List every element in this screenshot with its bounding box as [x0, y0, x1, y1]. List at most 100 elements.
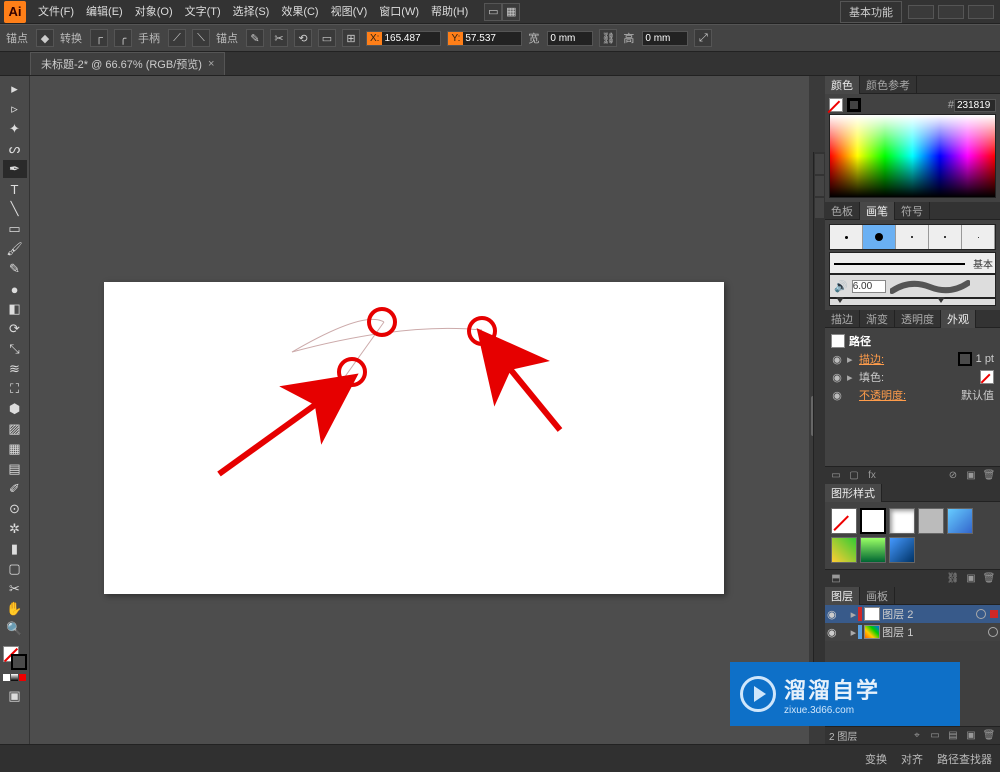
expand-icon[interactable]: ▸	[851, 608, 857, 621]
style-swatch[interactable]	[831, 508, 857, 534]
stroke-color-swatch[interactable]	[958, 352, 972, 366]
tab-color-guide[interactable]: 颜色参考	[860, 76, 917, 94]
dock-grip[interactable]	[815, 198, 824, 218]
menu-view[interactable]: 视图(V)	[325, 0, 374, 24]
layer-thumbnail[interactable]	[864, 607, 880, 621]
free-transform-tool[interactable]: ⛶	[3, 380, 27, 398]
document-tab[interactable]: 未标题-2* @ 66.67% (RGB/预览) ×	[30, 52, 225, 75]
window-restore[interactable]	[938, 5, 964, 19]
appearance-object-row[interactable]: 路径	[829, 332, 996, 350]
gradient-tool[interactable]: ▤	[3, 460, 27, 478]
dock-grip[interactable]	[815, 176, 824, 196]
layer-row[interactable]: ◉ ▸ 图层 1	[825, 623, 1000, 641]
brush-dot-1[interactable]	[830, 225, 863, 249]
line-tool[interactable]: ╲	[3, 200, 27, 218]
menu-file[interactable]: 文件(F)	[32, 0, 80, 24]
appearance-fill-row[interactable]: ◉ ▸ 填色:	[829, 368, 996, 386]
tab-color[interactable]: 颜色	[825, 76, 860, 94]
brush-dot-4[interactable]	[929, 225, 962, 249]
h-input[interactable]	[642, 31, 688, 46]
status-pathfinder[interactable]: 路径查找器	[937, 751, 992, 767]
tab-brushes[interactable]: 画笔	[860, 202, 895, 220]
tab-stroke[interactable]: 描边	[825, 310, 860, 328]
new-sublayer-icon[interactable]: ▤	[946, 729, 960, 743]
workspace-switcher[interactable]: 基本功能	[840, 1, 902, 23]
convert-corner-icon[interactable]: ┌	[90, 29, 108, 47]
tab-layers[interactable]: 图层	[825, 587, 860, 605]
dock-grip[interactable]	[815, 154, 824, 174]
link-wh-icon[interactable]: ⛓	[599, 29, 617, 47]
mesh-tool[interactable]: ▦	[3, 440, 27, 458]
style-swatch[interactable]	[860, 508, 886, 534]
remove-anchor-icon[interactable]: ✎	[246, 29, 264, 47]
collapsed-panel-dock[interactable]	[813, 152, 825, 692]
tab-transparency[interactable]: 透明度	[895, 310, 941, 328]
layer-thumbnail[interactable]	[864, 625, 880, 639]
opacity-label[interactable]: 不透明度:	[859, 387, 957, 403]
break-link-icon[interactable]: ⛓	[946, 572, 960, 586]
status-transform[interactable]: 变换	[865, 751, 887, 767]
fill-stroke-swatch[interactable]	[3, 646, 27, 670]
brush-basic-row[interactable]: 基本	[829, 252, 996, 274]
new-layer-icon[interactable]: ▣	[964, 729, 978, 743]
menu-effect[interactable]: 效果(C)	[275, 0, 324, 24]
brush-dot-5[interactable]	[962, 225, 995, 249]
blend-tool[interactable]: ⊙	[3, 500, 27, 518]
fill-color-swatch[interactable]	[980, 370, 994, 384]
styles-lib-icon[interactable]: ⬒	[829, 572, 843, 586]
style-swatch[interactable]	[831, 537, 857, 563]
gradient-mode-icon[interactable]	[11, 674, 18, 681]
add-stroke-icon[interactable]: ▭	[829, 469, 843, 483]
isolate-icon[interactable]: ⤢	[694, 29, 712, 47]
symbol-sprayer-tool[interactable]: ✲	[3, 520, 27, 538]
color-mode-icon[interactable]	[3, 674, 10, 681]
layer-name[interactable]: 图层 2	[882, 606, 913, 622]
screen-mode-icon[interactable]: ▣	[3, 687, 27, 705]
style-swatch[interactable]	[889, 508, 915, 534]
scale-tool[interactable]: ⤡	[3, 340, 27, 358]
locate-icon[interactable]: ⌖	[910, 729, 924, 743]
width-tool[interactable]: ≋	[3, 360, 27, 378]
magic-wand-tool[interactable]: ✦	[3, 120, 27, 138]
target-icon[interactable]	[988, 627, 998, 637]
expand-icon[interactable]: ▸	[847, 371, 855, 384]
y-input[interactable]	[463, 32, 521, 45]
layer-row[interactable]: ◉ ▸ 图层 2	[825, 605, 1000, 623]
style-swatch[interactable]	[947, 508, 973, 534]
cut-path-icon[interactable]: ✂	[270, 29, 288, 47]
add-effect-icon[interactable]: fx	[865, 469, 879, 483]
close-tab-icon[interactable]: ×	[208, 58, 214, 70]
color-stroke-swatch[interactable]	[847, 98, 861, 112]
y-field[interactable]: Y:	[447, 31, 522, 46]
hand-tool[interactable]: ✋	[3, 600, 27, 618]
zoom-tool[interactable]: 🔍	[3, 620, 27, 638]
x-input[interactable]	[382, 32, 440, 45]
style-swatch[interactable]	[918, 508, 944, 534]
menu-edit[interactable]: 编辑(E)	[80, 0, 129, 24]
blob-brush-tool[interactable]: ●	[3, 280, 27, 298]
visibility-icon[interactable]: ◉	[827, 608, 837, 621]
pen-tool[interactable]: ✒	[3, 160, 27, 178]
tab-artboards[interactable]: 画板	[860, 587, 895, 605]
eyedropper-tool[interactable]: ✐	[3, 480, 27, 498]
canvas[interactable]: 钢笔	[30, 76, 825, 760]
eraser-tool[interactable]: ◧	[3, 300, 27, 318]
clear-icon[interactable]: ⊘	[946, 469, 960, 483]
brush-slider[interactable]	[829, 298, 996, 306]
connect-icon[interactable]: ⟲	[294, 29, 312, 47]
ref-point-icon[interactable]: ⊞	[342, 29, 360, 47]
color-fill-swatch[interactable]	[829, 98, 843, 112]
artboard-tool[interactable]: ▢	[3, 560, 27, 578]
tab-symbols[interactable]: 符号	[895, 202, 930, 220]
direct-selection-tool[interactable]: ▹	[3, 100, 27, 118]
trash-icon[interactable]: 🗑	[982, 469, 996, 483]
perspective-tool[interactable]: ▨	[3, 420, 27, 438]
visibility-icon[interactable]: ◉	[827, 626, 837, 639]
style-swatch[interactable]	[889, 537, 915, 563]
clip-mask-icon[interactable]: ▭	[928, 729, 942, 743]
window-close[interactable]	[968, 5, 994, 19]
handle-hide-icon[interactable]: ⟍	[192, 29, 210, 47]
none-mode-icon[interactable]	[19, 674, 26, 681]
x-field[interactable]: X:	[366, 31, 441, 46]
menu-help[interactable]: 帮助(H)	[425, 0, 474, 24]
